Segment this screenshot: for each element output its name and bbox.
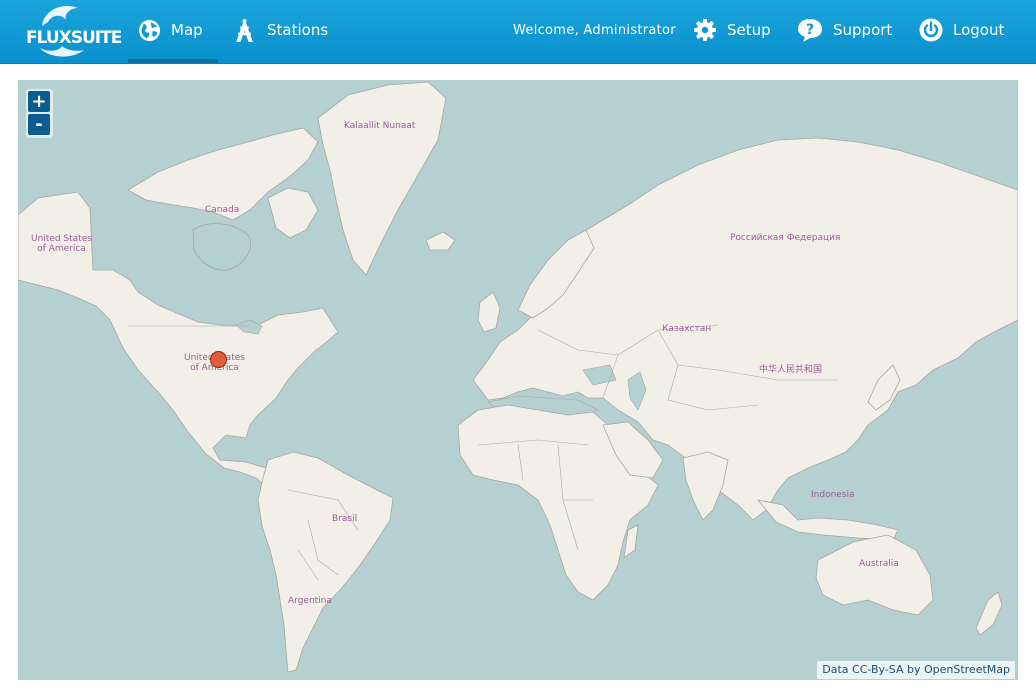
nav-logout-label: Logout <box>953 21 1005 39</box>
help-bubble-icon: ? <box>798 19 822 42</box>
gear-icon <box>694 19 716 41</box>
welcome-message: Welcome, Administrator <box>513 23 676 38</box>
tower-icon <box>236 18 253 42</box>
nav-stations-label: Stations <box>267 21 329 39</box>
greenland-landmass <box>317 81 447 276</box>
australia-landmass <box>815 534 934 616</box>
globe-icon <box>138 19 161 41</box>
label-argentina: Argentina <box>288 596 332 606</box>
label-alaska: United States of America <box>31 234 92 254</box>
nav-map-label: Map <box>171 21 203 39</box>
label-indonesia: Indonesia <box>811 490 855 500</box>
world-map[interactable]: Kalaallit Nunaat Canada United States of… <box>18 80 1018 680</box>
active-tab-indicator <box>128 59 218 63</box>
map-attribution[interactable]: Data CC-By-SA by OpenStreetMap <box>817 661 1015 679</box>
map-tiles[interactable] <box>18 80 1018 680</box>
britain-landmass <box>477 291 501 333</box>
nav-support[interactable]: ? Support <box>797 0 892 60</box>
nav-setup-label: Setup <box>727 21 771 39</box>
station-marker[interactable] <box>210 351 227 368</box>
baffin-island-landmass <box>267 187 319 239</box>
label-australia: Australia <box>859 559 899 569</box>
zoom-out-button[interactable]: - <box>28 114 50 135</box>
label-brasil: Brasil <box>332 514 358 524</box>
svg-text:?: ? <box>806 22 814 38</box>
new-zealand-landmass <box>975 591 1003 636</box>
nav-map[interactable]: Map <box>138 0 203 60</box>
nav-support-label: Support <box>833 21 893 39</box>
south-america-landmass <box>257 451 394 673</box>
india-landmass <box>682 451 729 521</box>
power-icon <box>919 18 943 42</box>
nav-stations[interactable]: Stations <box>232 0 328 60</box>
nav-logout[interactable]: Logout <box>919 0 1004 60</box>
nav-setup[interactable]: Setup <box>693 0 771 60</box>
label-kazakhstan: Казахстан <box>662 324 712 334</box>
top-navigation-bar: FLUXSUITE Map Stations Welcome, Administ… <box>0 0 1036 64</box>
label-china: 中华人民共和国 <box>759 365 823 375</box>
indonesia-landmass <box>756 499 899 541</box>
label-canada: Canada <box>205 205 240 215</box>
zoom-in-button[interactable]: + <box>28 91 50 112</box>
iceland-landmass <box>425 231 456 251</box>
label-russia: Российская Федерация <box>730 233 841 243</box>
fluxsuite-logo[interactable]: FLUXSUITE <box>22 2 122 60</box>
label-greenland: Kalaallit Nunaat <box>344 121 416 131</box>
logo-text: FLUXSUITE <box>26 28 122 48</box>
zoom-control: + - <box>26 89 53 138</box>
